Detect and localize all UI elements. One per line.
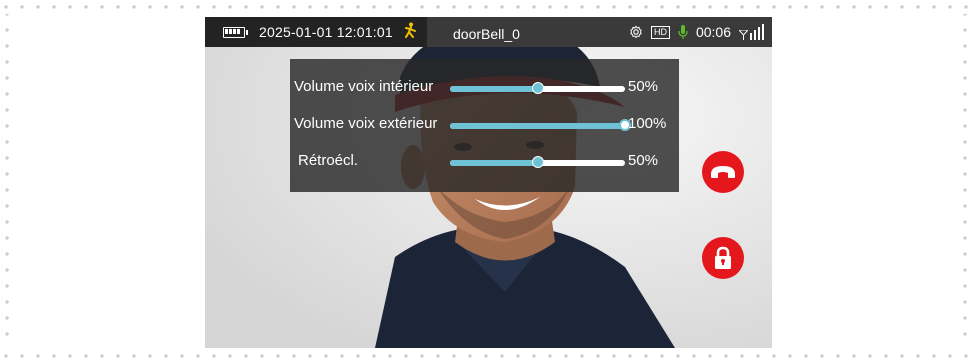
hang-up-icon xyxy=(711,166,735,178)
hd-badge: HD xyxy=(650,25,670,39)
datetime: 2025-01-01 12:01:01 xyxy=(259,24,393,40)
lock-icon xyxy=(715,246,731,269)
indoor-volume-label: Volume voix intérieur xyxy=(294,78,434,95)
backlight-row: Rétroécl. 50% xyxy=(290,152,679,182)
status-left-group: 2025-01-01 12:01:01 xyxy=(205,17,427,47)
device-name: doorBell_0 xyxy=(453,26,520,42)
battery-icon xyxy=(223,26,248,38)
walking-person-icon xyxy=(403,22,417,43)
outdoor-volume-label: Volume voix extérieur xyxy=(294,115,438,132)
signal-icon xyxy=(739,24,764,40)
outdoor-volume-value: 100% xyxy=(628,115,667,132)
microphone-icon xyxy=(678,25,688,39)
outdoor-volume-row: Volume voix extérieur 100% xyxy=(290,115,679,145)
unlock-door-button[interactable] xyxy=(702,237,744,279)
gear-icon[interactable] xyxy=(629,25,643,39)
hang-up-button[interactable] xyxy=(702,151,744,193)
indoor-volume-value: 50% xyxy=(628,78,659,95)
backlight-slider[interactable] xyxy=(450,156,625,168)
indoor-volume-slider[interactable] xyxy=(450,82,625,94)
audio-settings-panel: Volume voix intérieur 50% Volume voix ex… xyxy=(290,59,679,192)
call-timer: 00:06 xyxy=(695,24,731,40)
backlight-value: 50% xyxy=(628,152,659,169)
status-bar: 2025-01-01 12:01:01 doorBell_0 HD 00:06 xyxy=(205,17,772,47)
indoor-volume-row: Volume voix intérieur 50% xyxy=(290,78,679,108)
status-right-group: HD 00:06 xyxy=(629,17,764,47)
outdoor-volume-slider[interactable] xyxy=(450,119,631,131)
video-screen: 2025-01-01 12:01:01 doorBell_0 HD 00:06 … xyxy=(205,17,772,348)
backlight-label: Rétroécl. xyxy=(298,152,359,169)
